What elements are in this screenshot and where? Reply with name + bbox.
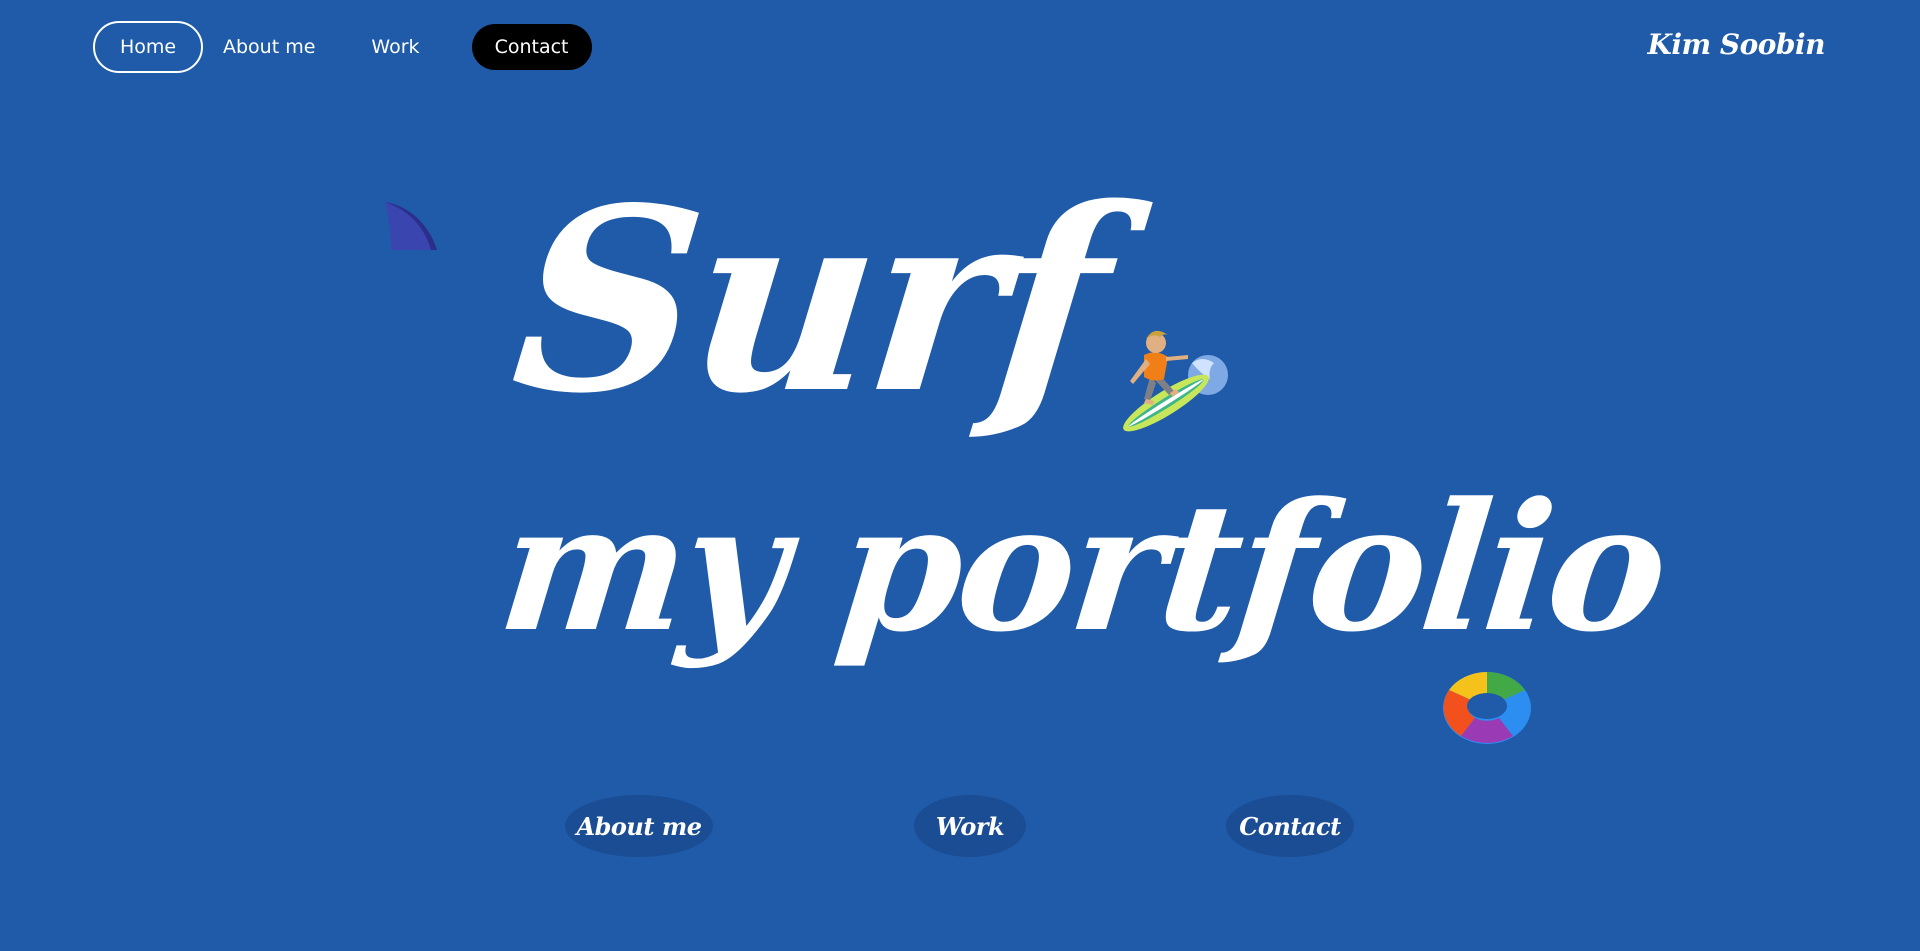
swim-ring-icon xyxy=(1443,672,1531,744)
surfer-icon xyxy=(1123,330,1228,432)
nav-about-link[interactable]: About me xyxy=(223,21,315,73)
nav-contact-link[interactable]: Contact xyxy=(471,24,592,70)
nav-home-link[interactable]: Home xyxy=(93,21,203,73)
site-brand[interactable]: Kim Soobin xyxy=(1648,28,1826,61)
shark-fin-icon xyxy=(385,202,437,250)
cta-contact-button[interactable]: Contact xyxy=(1226,795,1354,857)
nav-work-link[interactable]: Work xyxy=(371,21,419,73)
cta-work-button[interactable]: Work xyxy=(914,795,1026,857)
hero-title-line2: my portfolio xyxy=(491,464,1674,671)
cta-about-button[interactable]: About me xyxy=(565,795,713,857)
hero-title-line1: Surf xyxy=(502,153,1116,449)
main-nav: Home About me Work Contact xyxy=(93,21,592,73)
